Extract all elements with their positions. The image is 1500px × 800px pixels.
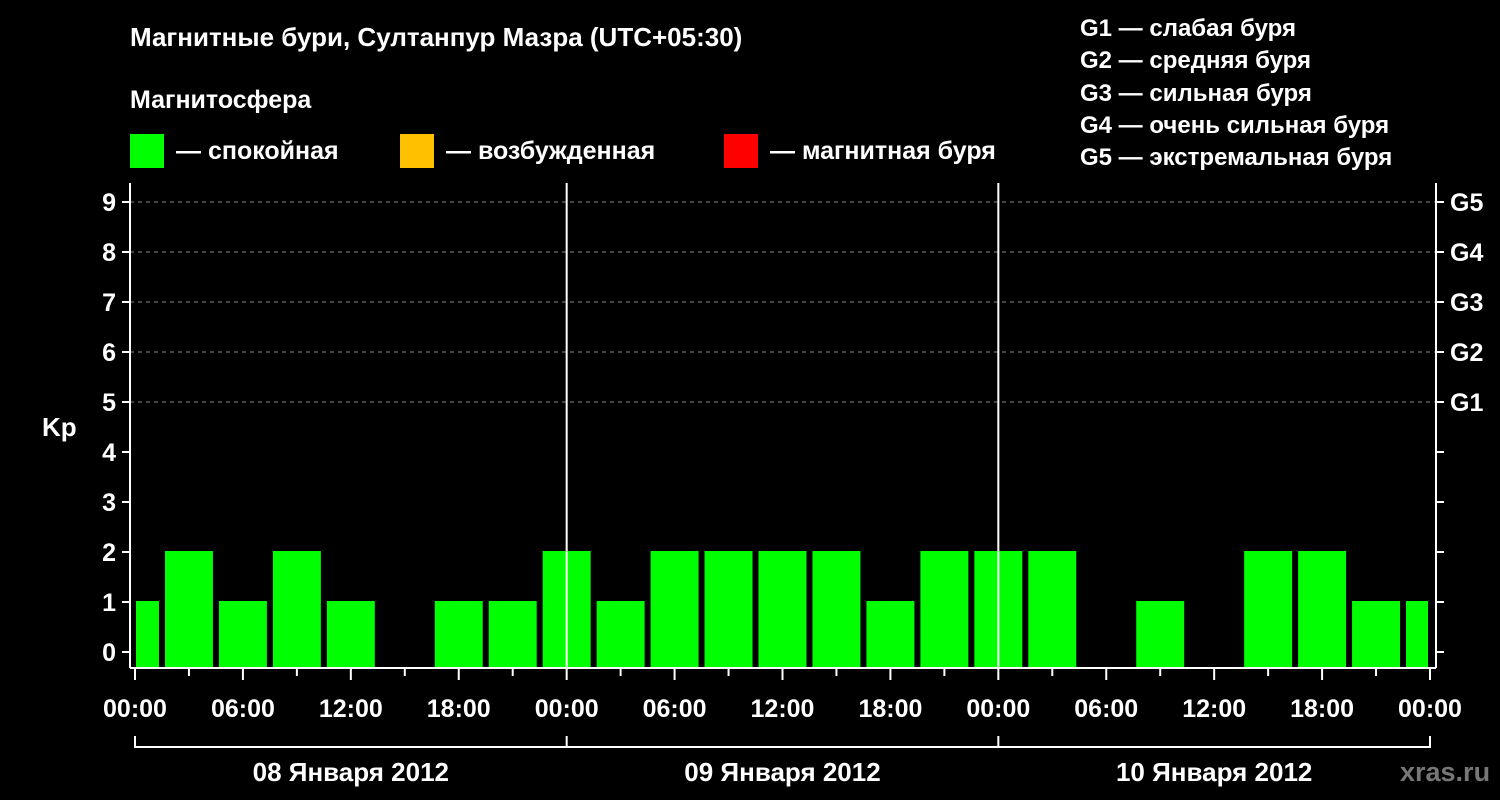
y-tick-label: 2 — [102, 539, 116, 567]
kp-bar — [136, 601, 159, 668]
kp-bar — [164, 551, 213, 668]
y-tick-label: 3 — [102, 489, 116, 517]
x-tick-label: 18:00 — [427, 695, 491, 723]
kp-bar — [218, 601, 267, 668]
x-tick-label: 12:00 — [1182, 695, 1246, 723]
x-tick-label: 06:00 — [211, 695, 275, 723]
kp-bar — [272, 551, 321, 668]
day-label: 09 Января 2012 — [684, 757, 880, 787]
x-tick-label: 12:00 — [319, 695, 383, 723]
kp-bar — [758, 551, 807, 668]
x-tick-label: 00:00 — [535, 695, 599, 723]
x-tick-label: 00:00 — [966, 695, 1030, 723]
kp-bar — [1352, 601, 1401, 668]
x-tick-label: 06:00 — [643, 695, 707, 723]
storm-level-label: G4 — [1450, 239, 1483, 267]
x-tick-label: 00:00 — [103, 695, 167, 723]
y-tick-label: 1 — [102, 589, 116, 617]
y-tick-label: 7 — [102, 289, 116, 317]
storm-level-label: G2 — [1450, 339, 1483, 367]
day-label: 08 Января 2012 — [253, 757, 449, 787]
kp-bar — [650, 551, 699, 668]
kp-bar — [596, 601, 645, 668]
kp-bar — [920, 551, 969, 668]
kp-bar — [704, 551, 753, 668]
y-tick-label: 9 — [102, 189, 116, 217]
kp-bar — [488, 601, 537, 668]
kp-bar-chart: 0 1 2 3 4 5 6 7 8 9 G1 G2 G3 G4 G5 Kp 00:00 06:00 12:00 18:… — [42, 183, 1483, 787]
x-tick-label: 18:00 — [858, 695, 922, 723]
y-tick-label: 5 — [102, 389, 116, 417]
kp-bar — [866, 601, 915, 668]
kp-bar — [1136, 601, 1185, 668]
kp-bar — [1406, 601, 1428, 668]
storm-level-label: G1 — [1450, 389, 1483, 417]
kp-bar — [812, 551, 861, 668]
kp-bar — [1298, 551, 1347, 668]
x-tick-label: 18:00 — [1290, 695, 1354, 723]
watermark: xras.ru — [1400, 757, 1491, 787]
kp-bar — [1028, 551, 1077, 668]
x-tick-label: 12:00 — [751, 695, 815, 723]
y-tick-label: 6 — [102, 339, 116, 367]
kp-bar — [1244, 551, 1293, 668]
y-tick-label: 8 — [102, 239, 116, 267]
kp-bar — [326, 601, 375, 668]
y-tick-label: 4 — [102, 439, 116, 467]
day-label: 10 Января 2012 — [1116, 757, 1312, 787]
x-tick-label: 00:00 — [1398, 695, 1462, 723]
x-tick-label: 06:00 — [1074, 695, 1138, 723]
kp-bar — [434, 601, 483, 668]
storm-level-label: G3 — [1450, 289, 1483, 317]
y-tick-label: 0 — [102, 639, 116, 667]
storm-level-label: G5 — [1450, 189, 1483, 217]
y-axis-title: Kp — [42, 412, 77, 442]
